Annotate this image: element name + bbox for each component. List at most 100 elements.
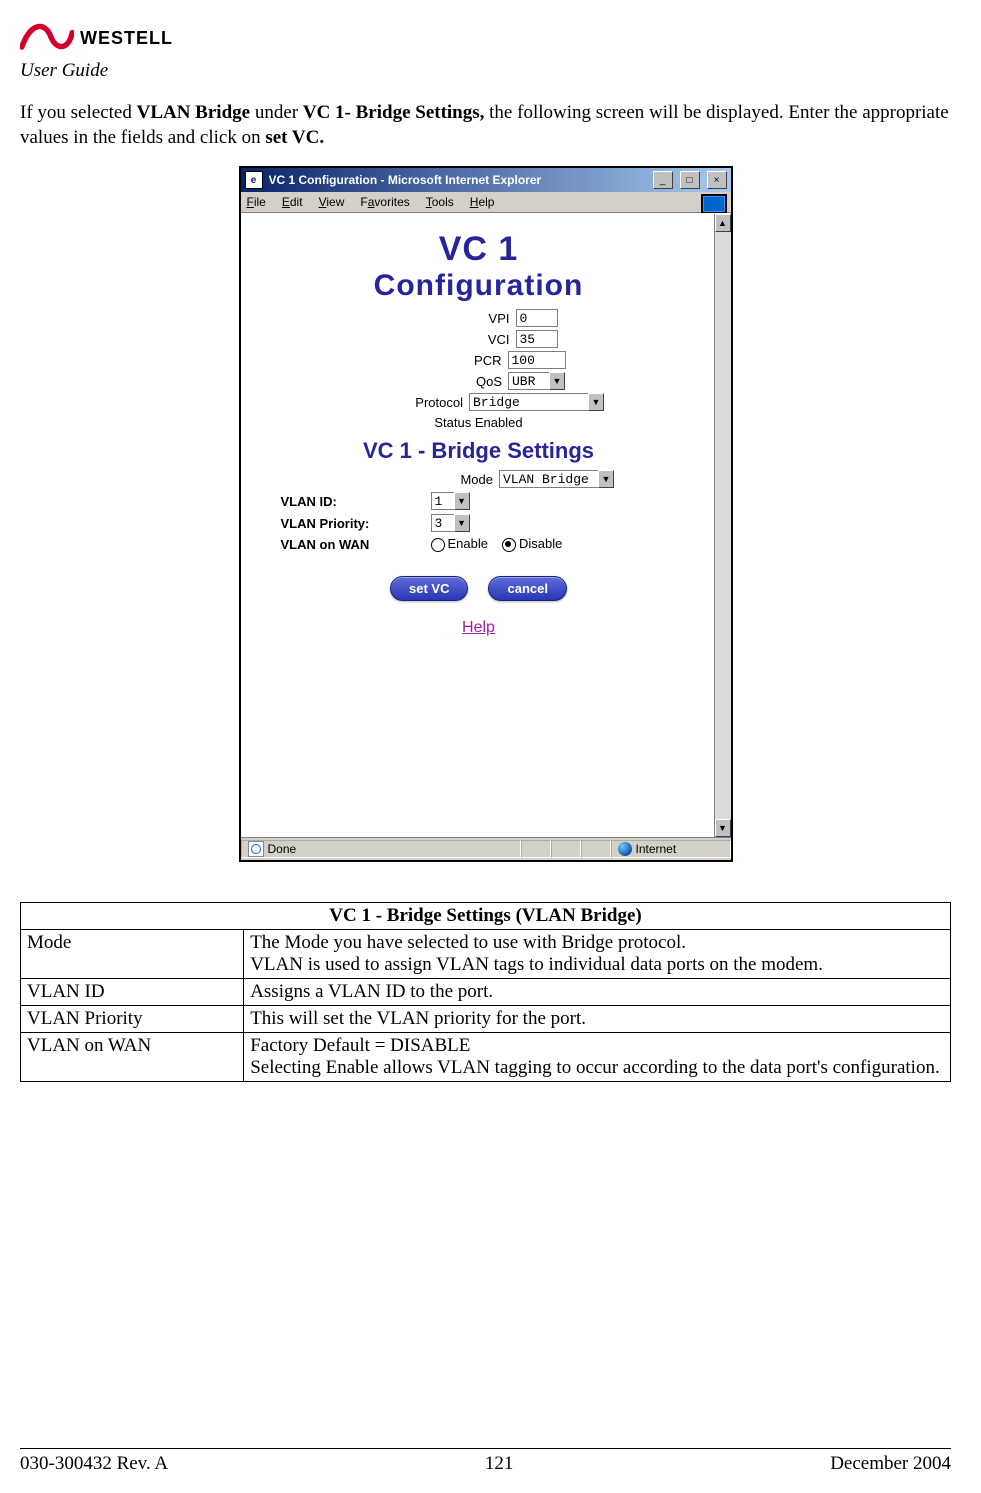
statusbar: Done Internet bbox=[241, 837, 731, 860]
enable-label: Enable bbox=[448, 536, 488, 551]
table-text: Factory Default = DISABLE Selecting Enab… bbox=[250, 1035, 940, 1078]
vpi-label: VPI bbox=[400, 311, 510, 326]
page-icon bbox=[248, 841, 264, 857]
vpi-input[interactable] bbox=[516, 309, 558, 327]
menu-favorites[interactable]: Favorites bbox=[360, 195, 409, 209]
disable-label: Disable bbox=[519, 536, 562, 551]
radio-icon bbox=[502, 538, 516, 552]
table-val: Assigns a VLAN ID to the port. bbox=[244, 979, 951, 1006]
vci-label: VCI bbox=[400, 332, 510, 347]
ie-window: e VC 1 Configuration - Microsoft Interne… bbox=[239, 166, 733, 862]
menu-help[interactable]: Help bbox=[470, 195, 495, 209]
scroll-up-button[interactable]: ▲ bbox=[715, 214, 731, 232]
menu-label: vorites bbox=[374, 195, 409, 209]
vlan-priority-label: VLAN Priority: bbox=[281, 516, 431, 531]
intro-text: under bbox=[250, 102, 303, 123]
status-pane-empty bbox=[521, 840, 551, 858]
menu-edit[interactable]: Edit bbox=[282, 195, 303, 209]
table-val: This will set the VLAN priority for the … bbox=[244, 1006, 951, 1033]
table-val: Factory Default = DISABLE Selecting Enab… bbox=[244, 1033, 951, 1082]
table-key: VLAN on WAN bbox=[21, 1033, 244, 1082]
page-footer: 030-300432 Rev. A 121 December 2004 bbox=[20, 1448, 951, 1475]
vlan-wan-disable-option[interactable]: Disable bbox=[502, 536, 562, 552]
protocol-select[interactable]: Bridge bbox=[469, 393, 589, 411]
globe-icon bbox=[618, 842, 632, 856]
table-row: VLAN ID Assigns a VLAN ID to the port. bbox=[21, 979, 951, 1006]
user-guide-label: User Guide bbox=[20, 60, 951, 82]
intro-paragraph: If you selected VLAN Bridge under VC 1- … bbox=[20, 101, 951, 150]
menu-file[interactable]: File bbox=[247, 195, 266, 209]
vlan-wan-enable-option[interactable]: Enable bbox=[431, 536, 488, 552]
protocol-label: Protocol bbox=[353, 395, 463, 410]
vlan-id-select[interactable]: 1 bbox=[431, 492, 455, 510]
table-row: VLAN Priority This will set the VLAN pri… bbox=[21, 1006, 951, 1033]
help-link[interactable]: Help bbox=[251, 619, 707, 637]
brand-text: WESTELL bbox=[80, 28, 173, 49]
footer-rev: 030-300432 Rev. A bbox=[20, 1453, 168, 1475]
vci-input[interactable] bbox=[516, 330, 558, 348]
status-value: Enabled bbox=[475, 415, 523, 430]
intro-bold-1: VLAN Bridge bbox=[137, 102, 250, 123]
page-heading-line1: VC 1 bbox=[251, 230, 707, 269]
qos-label: QoS bbox=[392, 374, 502, 389]
set-vc-button[interactable]: set VC bbox=[390, 576, 468, 601]
zone-text: Internet bbox=[636, 842, 677, 856]
westell-swoosh-icon bbox=[20, 20, 74, 56]
menu-label: elp bbox=[478, 195, 494, 209]
close-button[interactable]: × bbox=[707, 171, 727, 189]
table-val: The Mode you have selected to use with B… bbox=[244, 930, 951, 979]
table-key: Mode bbox=[21, 930, 244, 979]
menu-label: dit bbox=[290, 195, 303, 209]
bridge-settings-heading: VC 1 - Bridge Settings bbox=[251, 438, 707, 464]
chevron-down-icon[interactable]: ▼ bbox=[454, 492, 470, 510]
status-pane-done: Done bbox=[241, 840, 521, 858]
chevron-down-icon[interactable]: ▼ bbox=[454, 514, 470, 532]
table-caption: VC 1 - Bridge Settings (VLAN Bridge) bbox=[21, 903, 951, 930]
table-row: VLAN on WAN Factory Default = DISABLE Se… bbox=[21, 1033, 951, 1082]
ie-app-icon: e bbox=[245, 171, 263, 189]
window-title: VC 1 Configuration - Microsoft Internet … bbox=[269, 173, 646, 187]
mode-select[interactable]: VLAN Bridge bbox=[499, 470, 599, 488]
browser-viewport: ▲ ▼ VC 1 Configuration VPI VCI PCR QoS UB… bbox=[241, 213, 731, 837]
pcr-input[interactable] bbox=[508, 351, 566, 369]
chevron-down-icon[interactable]: ▼ bbox=[598, 470, 614, 488]
intro-bold-3: set VC. bbox=[265, 127, 324, 148]
footer-page-number: 121 bbox=[485, 1453, 514, 1475]
table-row: Mode The Mode you have selected to use w… bbox=[21, 930, 951, 979]
brand-logo: WESTELL bbox=[20, 20, 951, 56]
window-titlebar: e VC 1 Configuration - Microsoft Interne… bbox=[241, 168, 731, 192]
status-pane-empty bbox=[581, 840, 611, 858]
table-key: VLAN ID bbox=[21, 979, 244, 1006]
menu-tools[interactable]: Tools bbox=[426, 195, 454, 209]
vertical-scrollbar[interactable]: ▲ ▼ bbox=[714, 214, 731, 837]
mode-label: Mode bbox=[343, 472, 493, 487]
settings-table: VC 1 - Bridge Settings (VLAN Bridge) Mod… bbox=[20, 902, 951, 1082]
status-pane-empty bbox=[551, 840, 581, 858]
menu-view[interactable]: View bbox=[319, 195, 345, 209]
chevron-down-icon[interactable]: ▼ bbox=[549, 372, 565, 390]
table-key: VLAN Priority bbox=[21, 1006, 244, 1033]
status-pane-zone: Internet bbox=[611, 840, 731, 858]
vlan-priority-select[interactable]: 3 bbox=[431, 514, 455, 532]
menu-label: ools bbox=[432, 195, 454, 209]
intro-bold-2: VC 1- Bridge Settings, bbox=[303, 102, 485, 123]
scroll-down-button[interactable]: ▼ bbox=[715, 819, 731, 837]
chevron-down-icon[interactable]: ▼ bbox=[588, 393, 604, 411]
cancel-button[interactable]: cancel bbox=[488, 576, 566, 601]
minimize-button[interactable]: _ bbox=[653, 171, 673, 189]
vlan-id-label: VLAN ID: bbox=[281, 494, 431, 509]
page-heading-line2: Configuration bbox=[251, 269, 707, 303]
footer-date: December 2004 bbox=[830, 1453, 951, 1475]
throbber-icon bbox=[701, 194, 727, 214]
status-text: Done bbox=[268, 842, 297, 856]
pcr-label: PCR bbox=[392, 353, 502, 368]
vlan-on-wan-label: VLAN on WAN bbox=[281, 537, 431, 552]
menu-label: ile bbox=[254, 195, 266, 209]
radio-icon bbox=[431, 538, 445, 552]
menu-label: iew bbox=[326, 195, 344, 209]
qos-select[interactable]: UBR bbox=[508, 372, 550, 390]
menubar: File Edit View Favorites Tools Help bbox=[241, 192, 731, 213]
intro-text: If you selected bbox=[20, 102, 137, 123]
status-label: Status bbox=[434, 415, 471, 430]
maximize-button[interactable]: □ bbox=[680, 171, 700, 189]
